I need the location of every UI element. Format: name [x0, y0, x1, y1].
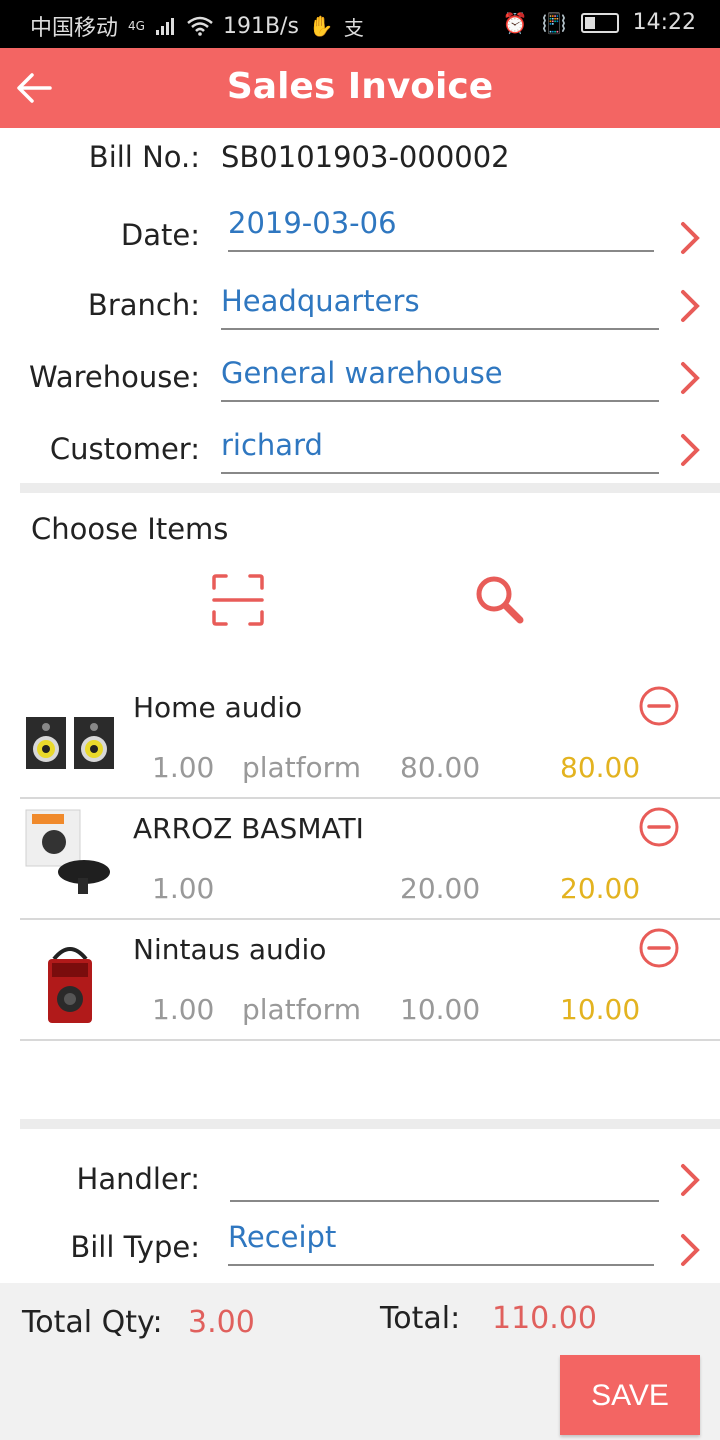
item-price: 20.00: [400, 872, 481, 905]
choose-items-title: Choose Items: [31, 512, 229, 546]
scan-icon[interactable]: [208, 570, 268, 630]
date-field[interactable]: 2019-03-06: [228, 206, 654, 252]
date-label: Date:: [120, 218, 200, 252]
list-item[interactable]: Home audio 1.00 platform 80.00 80.00: [20, 677, 720, 799]
battery-icon: [580, 12, 619, 33]
footer-bar: Total Qty: 3.00 Total: 110.00 SAVE: [0, 1283, 720, 1440]
hand-icon: ✋: [308, 14, 334, 38]
alipay-icon: 支: [343, 15, 364, 40]
status-bar: 中国移动 4G 191B/s ✋ 支 ⏰ 📳 14:22: [0, 0, 720, 48]
save-button[interactable]: SAVE: [560, 1355, 700, 1435]
total-qty-value: 3.00: [188, 1305, 255, 1340]
total-value: 110.00: [492, 1301, 597, 1336]
chevron-right-icon[interactable]: [676, 1162, 704, 1198]
bill-no-label: Bill No.:: [88, 140, 200, 174]
bill-type-label: Bill Type:: [70, 1230, 200, 1264]
item-amount: 10.00: [560, 993, 641, 1026]
arroz-basmati-thumbnail: [25, 809, 110, 894]
clock: 14:22: [632, 10, 696, 35]
bill-no-value: SB0101903-000002: [221, 140, 510, 174]
remove-item-icon[interactable]: [638, 685, 680, 727]
chevron-right-icon[interactable]: [676, 220, 704, 256]
bill-type-row[interactable]: Bill Type: Receipt: [0, 1220, 720, 1286]
item-name: ARROZ BASMATI: [133, 812, 364, 845]
item-amount: 20.00: [560, 872, 641, 905]
branch-label: Branch:: [87, 288, 200, 322]
item-price: 80.00: [400, 751, 481, 784]
list-item[interactable]: Nintaus audio 1.00 platform 10.00 10.00: [20, 919, 720, 1041]
wifi-icon: [187, 16, 213, 36]
customer-field[interactable]: richard: [221, 428, 659, 474]
section-divider: [20, 1119, 720, 1129]
warehouse-field[interactable]: General warehouse: [221, 356, 659, 402]
item-name: Home audio: [133, 691, 303, 724]
section-divider: [20, 483, 720, 493]
home-audio-thumbnail: [26, 717, 114, 769]
remove-item-icon[interactable]: [638, 806, 680, 848]
handler-field[interactable]: [230, 1156, 659, 1202]
remove-item-icon[interactable]: [638, 927, 680, 969]
search-icon[interactable]: [470, 570, 530, 630]
customer-label: Customer:: [49, 432, 200, 466]
handler-row[interactable]: Handler:: [0, 1156, 720, 1222]
chevron-right-icon[interactable]: [676, 360, 704, 396]
branch-field[interactable]: Headquarters: [221, 284, 659, 330]
signal-icon: [155, 18, 174, 35]
page-title: Sales Invoice: [226, 66, 494, 107]
item-unit: platform: [242, 751, 361, 784]
warehouse-label: Warehouse:: [29, 360, 200, 394]
vibrate-icon: 📳: [541, 10, 567, 35]
network-type: 4G: [128, 19, 145, 33]
item-qty: 1.00: [152, 872, 215, 905]
network-speed: 191B/s: [222, 13, 299, 39]
item-name: Nintaus audio: [133, 933, 327, 966]
nintaus-audio-thumbnail: [48, 947, 92, 1023]
item-unit: platform: [242, 993, 361, 1026]
item-qty: 1.00: [152, 993, 215, 1026]
chevron-right-icon[interactable]: [676, 432, 704, 468]
item-amount: 80.00: [560, 751, 641, 784]
carrier-name: 中国移动: [30, 16, 119, 41]
app-bar: Sales Invoice: [0, 48, 720, 128]
date-row[interactable]: Date: 2019-03-06: [0, 206, 720, 272]
item-price: 10.00: [400, 993, 481, 1026]
handler-label: Handler:: [76, 1162, 200, 1196]
branch-row[interactable]: Branch: Headquarters: [0, 282, 720, 348]
bill-type-field[interactable]: Receipt: [228, 1220, 654, 1266]
alarm-icon: ⏰: [502, 10, 528, 35]
item-qty: 1.00: [152, 751, 215, 784]
list-item[interactable]: ARROZ BASMATI 1.00 20.00 20.00: [20, 798, 720, 920]
warehouse-row[interactable]: Warehouse: General warehouse: [0, 354, 720, 420]
total-qty-label: Total Qty:: [22, 1305, 163, 1340]
total-label: Total:: [380, 1301, 461, 1336]
chevron-right-icon[interactable]: [676, 288, 704, 324]
chevron-right-icon[interactable]: [676, 1232, 704, 1268]
